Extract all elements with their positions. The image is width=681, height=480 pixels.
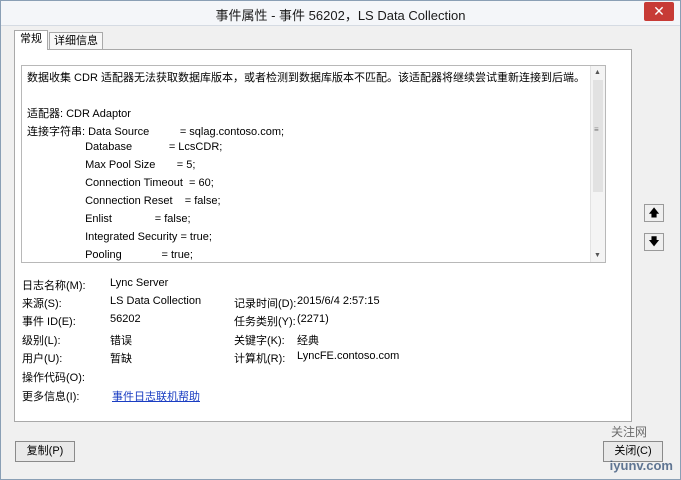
watermark-text-small: 关注网	[610, 425, 647, 439]
event-id-label: 事件 ID(E):	[22, 316, 76, 328]
window-title: 事件属性 - 事件 56202，LS Data Collection	[215, 8, 466, 23]
description-line: Integrated Security = true;	[27, 231, 212, 243]
level-label: 级别(L):	[22, 335, 61, 347]
watermark-logo: 关注网 iyunv.com	[587, 417, 677, 477]
source-label: 来源(S):	[22, 298, 62, 310]
tab-general[interactable]: 常规	[14, 30, 48, 50]
event-properties-window: 事件属性 - 事件 56202，LS Data Collection ✕ 常规 …	[0, 0, 681, 480]
logged-value: 2015/6/4 2:57:15	[297, 295, 380, 307]
description-box[interactable]: 数据收集 CDR 适配器无法获取数据库版本，或者检测到数据库版本不匹配。该适配器…	[21, 65, 606, 263]
description-scrollbar[interactable]: ▲ ≡ ▼	[590, 66, 605, 262]
scroll-thumb[interactable]	[593, 80, 603, 192]
description-line: Connection Reset = false;	[27, 195, 221, 207]
copy-button[interactable]: 复制(P)	[15, 441, 75, 462]
title-bar: 事件属性 - 事件 56202，LS Data Collection ✕	[1, 1, 680, 26]
online-help-link[interactable]: 事件日志联机帮助	[112, 388, 200, 404]
computer-value: LyncFE.contoso.com	[297, 350, 400, 362]
user-value: 暂缺	[110, 353, 132, 365]
scroll-down-arrow-icon[interactable]: ▼	[594, 252, 601, 259]
previous-event-button[interactable]: 🡅	[644, 204, 664, 222]
logged-label: 记录时间(D):	[234, 298, 297, 310]
more-info-label: 更多信息(I):	[22, 391, 80, 403]
tab-details[interactable]: 详细信息	[49, 32, 103, 50]
level-value: 错误	[110, 335, 132, 347]
scroll-grip-icon: ≡	[594, 125, 599, 134]
log-name-label: 日志名称(M):	[22, 280, 86, 292]
keywords-value: 经典	[297, 335, 319, 347]
window-close-button[interactable]: ✕	[644, 2, 674, 21]
computer-label: 计算机(R):	[234, 353, 286, 365]
next-event-button[interactable]: 🡇	[644, 233, 664, 251]
keywords-label: 关键字(K):	[234, 335, 285, 347]
description-line: Connection Timeout = 60;	[27, 177, 214, 189]
description-line: 适配器: CDR Adaptor	[27, 108, 131, 120]
description-line: 连接字符串: Data Source = sqlag.contoso.com;	[27, 126, 285, 138]
task-category-label: 任务类别(Y):	[234, 316, 296, 328]
task-category-value: (2271)	[297, 313, 329, 325]
description-line: 数据收集 CDR 适配器无法获取数据库版本，或者检测到数据库版本不匹配。该适配器…	[27, 72, 585, 84]
watermark-text-big: iyunv.com	[609, 458, 673, 473]
source-value: LS Data Collection	[110, 295, 202, 307]
opcode-label: 操作代码(O):	[22, 372, 85, 384]
description-line: Max Pool Size = 5;	[27, 159, 196, 171]
user-label: 用户(U):	[22, 353, 63, 365]
description-line: Database = LcsCDR;	[27, 141, 223, 153]
log-name-value: Lync Server	[110, 277, 169, 289]
description-line: Enlist = false;	[27, 213, 191, 225]
event-id-value: 56202	[110, 313, 141, 325]
scroll-up-arrow-icon[interactable]: ▲	[594, 69, 601, 76]
description-line: Pooling = true;	[27, 249, 193, 261]
